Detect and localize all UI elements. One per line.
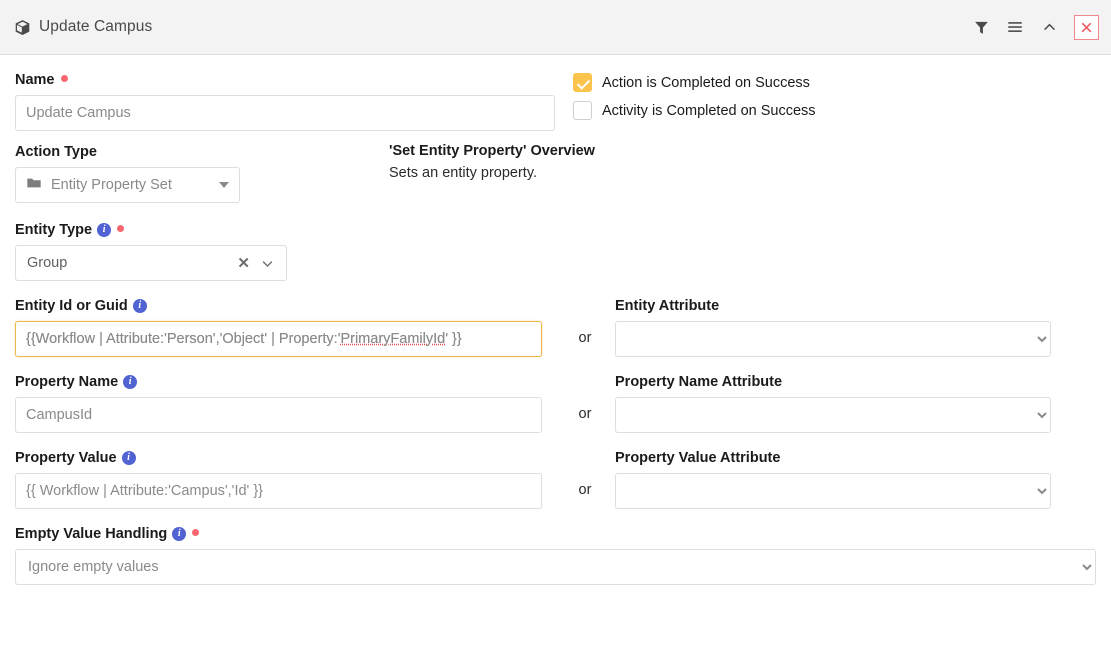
filter-icon[interactable] (964, 12, 998, 42)
entity-id-or-separator: or (578, 330, 592, 346)
info-icon[interactable]: i (132, 299, 147, 313)
required-indicator (192, 528, 200, 536)
chevron-down-icon[interactable] (219, 182, 229, 188)
panel-header-actions (964, 12, 1099, 42)
entity-type-select[interactable]: Group ✕ (15, 245, 287, 281)
panel-title: Update Campus (39, 18, 153, 35)
activity-completed-checkbox-row[interactable]: Activity is Completed on Success (573, 101, 816, 120)
property-value-attribute-block: Property Value Attribute (615, 449, 1051, 509)
required-indicator (117, 224, 125, 232)
folder-icon (26, 175, 42, 196)
entity-id-input[interactable] (15, 321, 542, 357)
property-name-row: Property Name i or Property Name Attribu… (15, 373, 1096, 433)
property-name-label-text: Property Name (15, 374, 119, 390)
property-name-label: Property Name i (15, 373, 555, 391)
overview-text: Sets an entity property. (389, 165, 538, 181)
clear-icon[interactable]: ✕ (230, 256, 257, 271)
name-row-spacer (555, 71, 573, 131)
menu-icon[interactable] (998, 12, 1032, 42)
info-icon[interactable]: i (97, 223, 112, 237)
entity-id-row: Entity Id or Guid i {{Workflow | Attribu… (15, 297, 1096, 357)
entity-attribute-select[interactable] (615, 321, 1051, 357)
chevron-down-icon[interactable] (257, 256, 278, 271)
overview-title: 'Set Entity Property' Overview (389, 143, 595, 159)
property-name-attribute-label: Property Name Attribute (615, 373, 1051, 391)
property-value-input[interactable] (15, 473, 542, 509)
action-type-value: Entity Property Set (51, 177, 172, 193)
cube-icon (14, 19, 31, 36)
property-value-attribute-label-text: Property Value Attribute (615, 450, 781, 466)
action-completed-label: Action is Completed on Success (602, 74, 810, 91)
panel-body: Name Action is Completed on Success Acti… (0, 55, 1111, 585)
name-field-block: Name (15, 71, 555, 131)
entity-type-label: Entity Type i (15, 221, 1096, 239)
name-input[interactable] (15, 95, 555, 131)
success-checkbox-group: Action is Completed on Success Activity … (573, 71, 816, 131)
panel-header: Update Campus (0, 0, 1111, 55)
action-type-row: Action Type Entity Property Set 'Set Ent… (15, 143, 1096, 203)
action-type-select[interactable]: Entity Property Set (15, 167, 240, 203)
empty-value-handling-label: Empty Value Handling i (15, 525, 1096, 543)
empty-value-handling-select[interactable]: Ignore empty values (15, 549, 1096, 585)
entity-attribute-block: Entity Attribute (615, 297, 1051, 357)
info-icon[interactable]: i (121, 451, 136, 465)
entity-id-block: Entity Id or Guid i {{Workflow | Attribu… (15, 297, 555, 357)
overview-block: 'Set Entity Property' Overview Sets an e… (389, 143, 1096, 203)
action-type-block: Action Type Entity Property Set (15, 143, 389, 203)
action-completed-checkbox-row[interactable]: Action is Completed on Success (573, 73, 816, 92)
empty-value-handling-block: Empty Value Handling i Ignore empty valu… (15, 525, 1096, 585)
entity-attribute-label-text: Entity Attribute (615, 298, 720, 314)
info-icon[interactable]: i (123, 375, 138, 389)
name-row: Name Action is Completed on Success Acti… (15, 71, 1096, 131)
info-icon[interactable]: i (172, 527, 187, 541)
property-name-attribute-select[interactable] (615, 397, 1051, 433)
action-completed-checkbox[interactable] (573, 73, 592, 92)
empty-value-handling-label-text: Empty Value Handling (15, 526, 168, 542)
name-label-text: Name (15, 72, 55, 88)
activity-completed-checkbox[interactable] (573, 101, 592, 120)
required-indicator (60, 74, 68, 82)
close-icon[interactable] (1074, 14, 1099, 40)
name-label: Name (15, 71, 555, 89)
entity-attribute-label: Entity Attribute (615, 297, 1051, 315)
property-name-attribute-label-text: Property Name Attribute (615, 374, 783, 390)
activity-completed-label: Activity is Completed on Success (602, 102, 816, 119)
action-type-label: Action Type (15, 143, 389, 161)
entity-type-block: Entity Type i Group ✕ (15, 221, 1096, 281)
chevron-up-icon[interactable] (1032, 12, 1066, 42)
property-name-input[interactable] (15, 397, 542, 433)
property-value-or-separator: or (578, 482, 592, 498)
property-name-or-separator: or (578, 406, 592, 422)
entity-type-label-text: Entity Type (15, 222, 93, 238)
property-value-row: Property Value i or Property Value Attri… (15, 449, 1096, 509)
entity-id-label-text: Entity Id or Guid (15, 298, 128, 314)
property-value-attribute-select[interactable] (615, 473, 1051, 509)
property-name-block: Property Name i (15, 373, 555, 433)
property-value-label-text: Property Value (15, 450, 117, 466)
panel-header-title-group: Update Campus (14, 18, 964, 36)
entity-type-value: Group (27, 255, 68, 271)
property-value-block: Property Value i (15, 449, 555, 509)
entity-id-label: Entity Id or Guid i (15, 297, 555, 315)
action-type-label-text: Action Type (15, 144, 97, 160)
property-name-attribute-block: Property Name Attribute (615, 373, 1051, 433)
property-value-attribute-label: Property Value Attribute (615, 449, 1051, 467)
property-value-label: Property Value i (15, 449, 555, 467)
